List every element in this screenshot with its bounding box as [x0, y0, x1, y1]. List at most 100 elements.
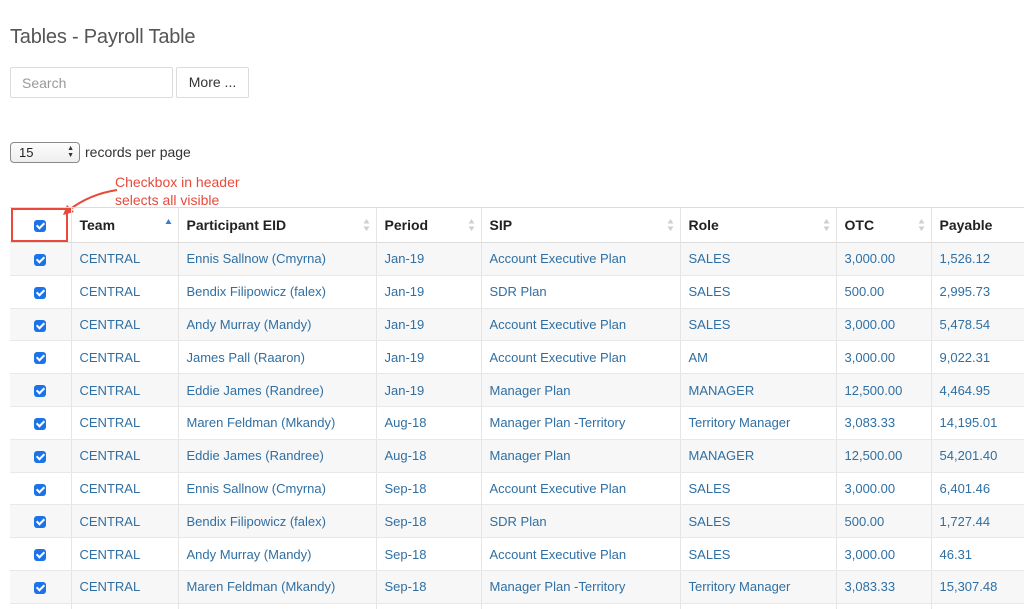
cell-otc[interactable]: 3,000.00: [835, 537, 931, 571]
cell-role[interactable]: MANAGER: [679, 373, 836, 407]
table-row[interactable]: CENTRAL Eddie James (Randree) Jan-19 Manage…: [10, 373, 1024, 407]
cell-participant-eid[interactable]: Maren Feldman (Mkandy): [177, 406, 376, 440]
cell-participant-eid[interactable]: [177, 603, 376, 609]
cell-sip[interactable]: SDR Plan: [480, 504, 680, 539]
cell-participant-eid[interactable]: Bendix Filipowicz (falex): [177, 275, 376, 309]
cell-role[interactable]: Territory Manager: [679, 406, 836, 440]
cell-team[interactable]: CENTRAL: [70, 340, 178, 375]
row-checkbox[interactable]: [10, 275, 71, 309]
cell-role[interactable]: SALES: [679, 242, 836, 276]
cell-sip[interactable]: SDR Plan: [480, 275, 680, 309]
cell-role[interactable]: MANAGER: [679, 439, 836, 473]
table-row[interactable]: CENTRAL Maren Feldman (Mkandy) Sep-18 Manag…: [10, 570, 1024, 604]
column-header-payable[interactable]: Payable: [930, 207, 1024, 243]
row-checkbox[interactable]: [10, 242, 71, 276]
search-input[interactable]: [10, 67, 173, 98]
row-checkbox[interactable]: [10, 340, 71, 375]
table-row[interactable]: CENTRAL James Pall (Raaron) Jan-19 Account …: [10, 340, 1024, 375]
table-row[interactable]: CENTRAL Ennis Sallnow (Cmyrna) Sep-18 Accou…: [10, 472, 1024, 506]
cell-sip[interactable]: Manager Plan: [480, 373, 680, 407]
cell-team[interactable]: CENTRAL: [70, 439, 178, 473]
table-row[interactable]: CENTRAL Maren Feldman (Mkandy) Aug-18 Manag…: [10, 406, 1024, 440]
cell-payable[interactable]: 14,195.01: [930, 406, 1024, 440]
cell-payable[interactable]: 1,727.44: [930, 504, 1024, 539]
row-checkbox[interactable]: [10, 472, 71, 506]
row-checkbox[interactable]: [10, 439, 71, 473]
cell-payable[interactable]: 46.31: [930, 537, 1024, 571]
column-header-otc[interactable]: OTC: [835, 207, 931, 243]
cell-period[interactable]: Sep-18: [375, 504, 481, 539]
cell-sip[interactable]: Account Executive Plan: [480, 537, 680, 571]
row-checkbox[interactable]: [10, 537, 71, 571]
cell-role[interactable]: SALES: [679, 537, 836, 571]
table-row[interactable]: CENTRAL Eddie James (Randree) Aug-18 Manage…: [10, 439, 1024, 473]
cell-team[interactable]: CENTRAL: [70, 308, 178, 342]
table-row[interactable]: [10, 603, 1024, 609]
cell-team[interactable]: CENTRAL: [70, 242, 178, 276]
cell-participant-eid[interactable]: Andy Murray (Mandy): [177, 537, 376, 571]
cell-otc[interactable]: 12,500.00: [835, 439, 931, 473]
row-checkbox[interactable]: [10, 603, 71, 609]
cell-team[interactable]: CENTRAL: [70, 373, 178, 407]
cell-sip[interactable]: Manager Plan -Territory: [480, 570, 680, 604]
table-row[interactable]: CENTRAL Bendix Filipowicz (falex) Sep-18 SD…: [10, 504, 1024, 539]
cell-role[interactable]: SALES: [679, 472, 836, 506]
cell-otc[interactable]: 3,083.33: [835, 570, 931, 604]
table-row[interactable]: CENTRAL Andy Murray (Mandy) Jan-19 Account …: [10, 308, 1024, 342]
cell-otc[interactable]: 3,083.33: [835, 406, 931, 440]
cell-otc[interactable]: 3,000.00: [835, 340, 931, 375]
row-checkbox[interactable]: [10, 373, 71, 407]
column-header-team[interactable]: Team: [70, 207, 178, 243]
cell-payable[interactable]: 15,307.48: [930, 570, 1024, 604]
cell-participant-eid[interactable]: Andy Murray (Mandy): [177, 308, 376, 342]
cell-period[interactable]: [375, 603, 481, 609]
cell-period[interactable]: Sep-18: [375, 537, 481, 571]
cell-period[interactable]: Jan-19: [375, 308, 481, 342]
cell-period[interactable]: Sep-18: [375, 472, 481, 506]
cell-otc[interactable]: 500.00: [835, 275, 931, 309]
cell-otc[interactable]: 500.00: [835, 504, 931, 539]
cell-role[interactable]: SALES: [679, 308, 836, 342]
column-header-participant-eid[interactable]: Participant EID: [177, 207, 376, 243]
cell-role[interactable]: SALES: [679, 275, 836, 309]
more-button[interactable]: More ...: [176, 67, 249, 98]
cell-otc[interactable]: 3,000.00: [835, 242, 931, 276]
cell-payable[interactable]: 2,995.73: [930, 275, 1024, 309]
cell-sip[interactable]: Account Executive Plan: [480, 472, 680, 506]
cell-participant-eid[interactable]: Bendix Filipowicz (falex): [177, 504, 376, 539]
cell-sip[interactable]: Account Executive Plan: [480, 242, 680, 276]
cell-role[interactable]: SALES: [679, 504, 836, 539]
row-checkbox[interactable]: [10, 308, 71, 342]
row-checkbox[interactable]: [10, 406, 71, 440]
cell-payable[interactable]: 54,201.40: [930, 439, 1024, 473]
row-checkbox[interactable]: [10, 570, 71, 604]
table-row[interactable]: CENTRAL Bendix Filipowicz (falex) Jan-19 SD…: [10, 275, 1024, 309]
cell-sip[interactable]: Account Executive Plan: [480, 340, 680, 375]
cell-payable[interactable]: 6,401.46: [930, 472, 1024, 506]
cell-otc[interactable]: 3,000.00: [835, 308, 931, 342]
cell-period[interactable]: Jan-19: [375, 242, 481, 276]
cell-sip[interactable]: Manager Plan -Territory: [480, 406, 680, 440]
cell-team[interactable]: [70, 603, 178, 609]
cell-payable[interactable]: 9,022.31: [930, 340, 1024, 375]
cell-role[interactable]: Territory Manager: [679, 570, 836, 604]
table-row[interactable]: CENTRAL Ennis Sallnow (Cmyrna) Jan-19 Accou…: [10, 242, 1024, 276]
cell-participant-eid[interactable]: Eddie James (Randree): [177, 373, 376, 407]
cell-payable[interactable]: [930, 603, 1024, 609]
cell-sip[interactable]: Manager Plan: [480, 439, 680, 473]
column-header-role[interactable]: Role: [679, 207, 836, 243]
cell-otc[interactable]: [835, 603, 931, 609]
select-all-checkbox[interactable]: [10, 207, 71, 243]
cell-team[interactable]: CENTRAL: [70, 275, 178, 309]
row-checkbox[interactable]: [10, 504, 71, 539]
cell-sip[interactable]: Account Executive Plan: [480, 308, 680, 342]
cell-payable[interactable]: 1,526.12: [930, 242, 1024, 276]
cell-team[interactable]: CENTRAL: [70, 406, 178, 440]
table-row[interactable]: CENTRAL Andy Murray (Mandy) Sep-18 Account …: [10, 537, 1024, 571]
column-header-sip[interactable]: SIP: [480, 207, 680, 243]
cell-otc[interactable]: 12,500.00: [835, 373, 931, 407]
cell-payable[interactable]: 4,464.95: [930, 373, 1024, 407]
cell-team[interactable]: CENTRAL: [70, 504, 178, 539]
cell-participant-eid[interactable]: Ennis Sallnow (Cmyrna): [177, 242, 376, 276]
cell-sip[interactable]: [480, 603, 680, 609]
